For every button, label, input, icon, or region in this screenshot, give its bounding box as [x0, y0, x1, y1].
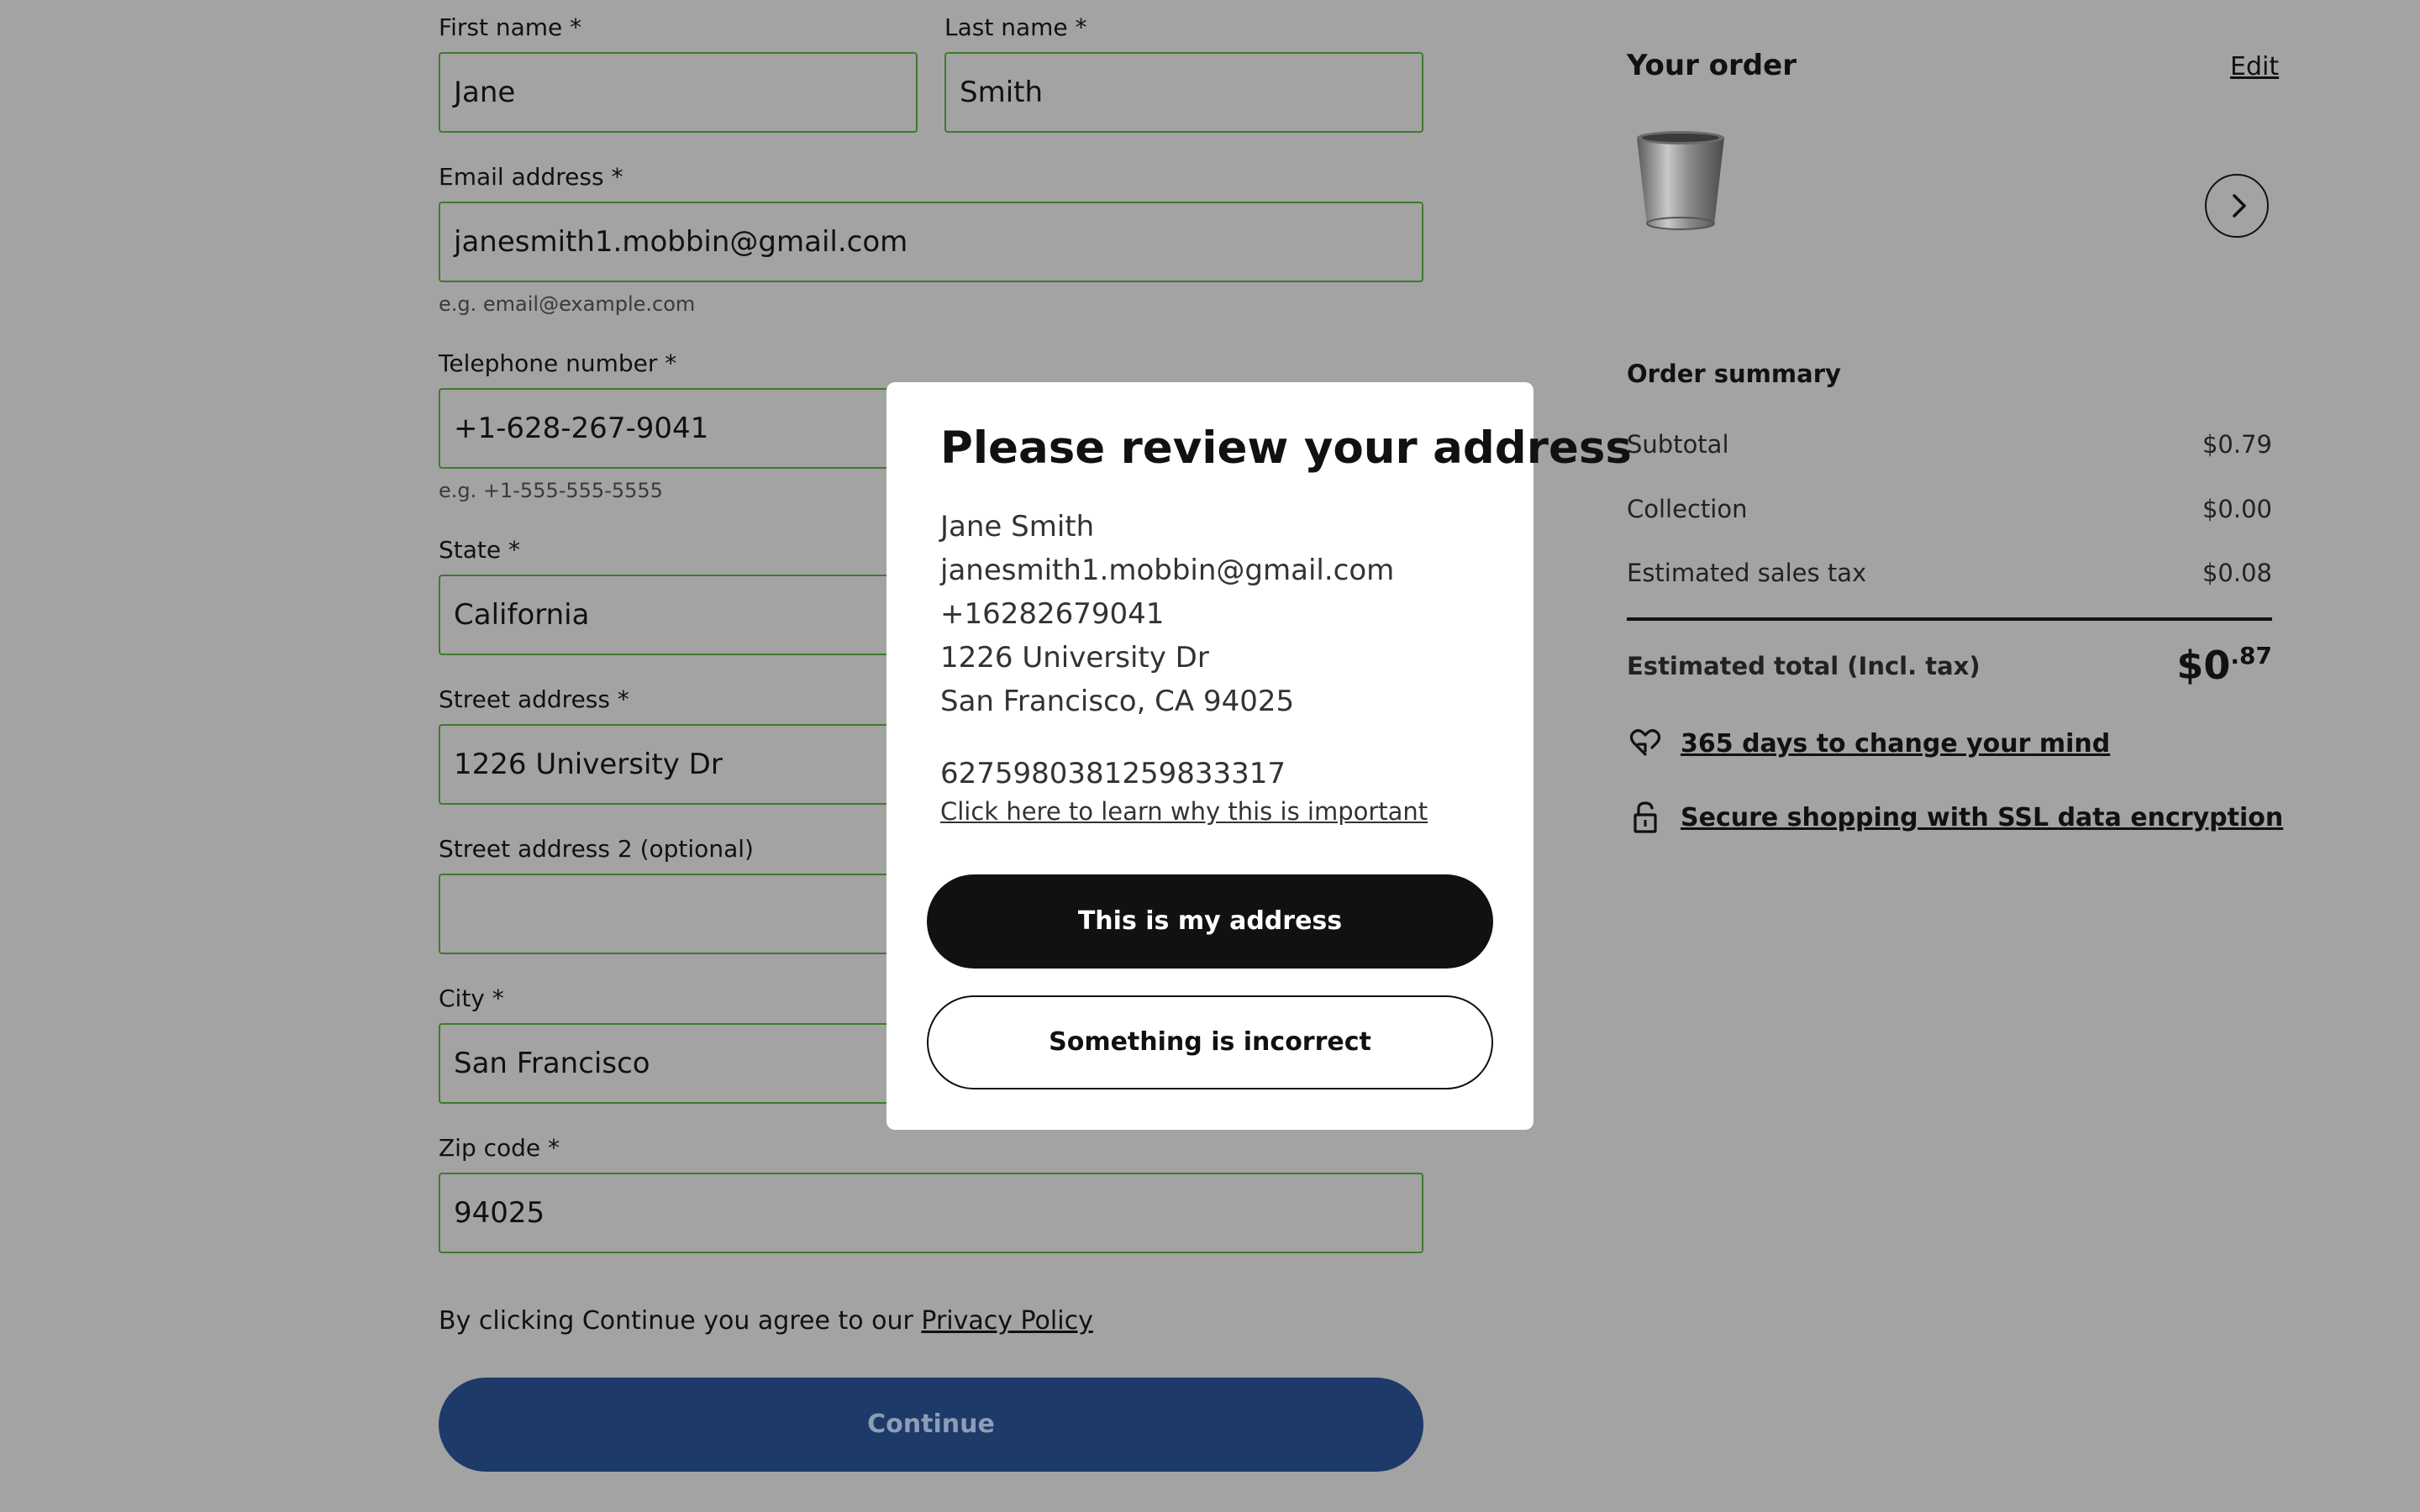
- lock-icon: [1634, 801, 1657, 833]
- address-city-state-zip: San Francisco, CA 94025: [940, 685, 1295, 718]
- summary-label: Subtotal: [1627, 430, 1729, 459]
- continue-button[interactable]: Continue: [439, 1378, 1423, 1472]
- dialog-title: Please review your address: [940, 423, 1632, 474]
- address-name: Jane Smith: [940, 510, 1095, 543]
- email-helper-text: e.g. email@example.com: [439, 292, 696, 316]
- agreement-text: By clicking Continue you agree to our: [439, 1306, 922, 1336]
- address-incorrect-button[interactable]: Something is incorrect: [927, 995, 1493, 1089]
- ssl-security-link[interactable]: Secure shopping with SSL data encryption: [1681, 803, 2283, 832]
- summary-value: $0.00: [2202, 495, 2272, 523]
- address-reference-number: 6275980381259833317: [940, 757, 1286, 790]
- summary-label: Collection: [1627, 495, 1748, 523]
- last-name-label: Last name *: [944, 13, 1087, 41]
- first-name-input[interactable]: Jane: [439, 52, 918, 133]
- total-cents: .87: [2230, 642, 2272, 669]
- total-label: Estimated total (Incl. tax): [1627, 652, 1981, 680]
- privacy-agreement: By clicking Continue you agree to our Pr…: [439, 1306, 1093, 1336]
- summary-value: $0.79: [2202, 430, 2272, 459]
- return-policy-link[interactable]: 365 days to change your mind: [1681, 729, 2110, 759]
- address-phone: +16282679041: [940, 597, 1165, 631]
- state-label: State *: [439, 536, 521, 564]
- checkout-page: First name * Jane Last name * Smith Emai…: [0, 0, 2420, 1512]
- telephone-label: Telephone number *: [439, 349, 677, 377]
- address-street: 1226 University Dr: [940, 641, 1209, 675]
- product-thumbnail[interactable]: [1630, 126, 1731, 235]
- summary-value: $0.08: [2202, 559, 2272, 587]
- your-order-title: Your order: [1627, 49, 1797, 82]
- order-next-button[interactable]: [2205, 174, 2269, 238]
- city-label: City *: [439, 984, 504, 1012]
- street2-label: Street address 2 (optional): [439, 835, 754, 863]
- zip-input[interactable]: 94025: [439, 1173, 1423, 1253]
- address-email: janesmith1.mobbin@gmail.com: [940, 554, 1395, 587]
- summary-label: Estimated sales tax: [1627, 559, 1867, 587]
- street-label: Street address *: [439, 685, 629, 713]
- address-review-dialog: Please review your address Jane Smith ja…: [886, 382, 1632, 1130]
- order-summary-title: Order summary: [1627, 360, 1841, 388]
- confirm-address-button[interactable]: This is my address: [927, 874, 1493, 969]
- zip-label: Zip code *: [439, 1134, 560, 1162]
- summary-divider: [1627, 617, 2272, 621]
- total-value: $0.87: [2176, 642, 2272, 688]
- total-dollars: $0: [2176, 643, 2231, 688]
- email-input[interactable]: janesmith1.mobbin@gmail.com: [439, 202, 1423, 282]
- edit-order-link[interactable]: Edit: [2230, 52, 2279, 81]
- telephone-helper-text: e.g. +1-555-555-5555: [439, 479, 663, 502]
- last-name-input[interactable]: Smith: [944, 52, 1423, 133]
- learn-why-link[interactable]: Click here to learn why this is importan…: [940, 797, 1428, 826]
- email-label: Email address *: [439, 163, 623, 191]
- privacy-policy-link[interactable]: Privacy Policy: [921, 1306, 1092, 1336]
- first-name-label: First name *: [439, 13, 582, 41]
- chevron-right-icon: [2233, 194, 2246, 218]
- heart-return-icon: [1629, 729, 1661, 756]
